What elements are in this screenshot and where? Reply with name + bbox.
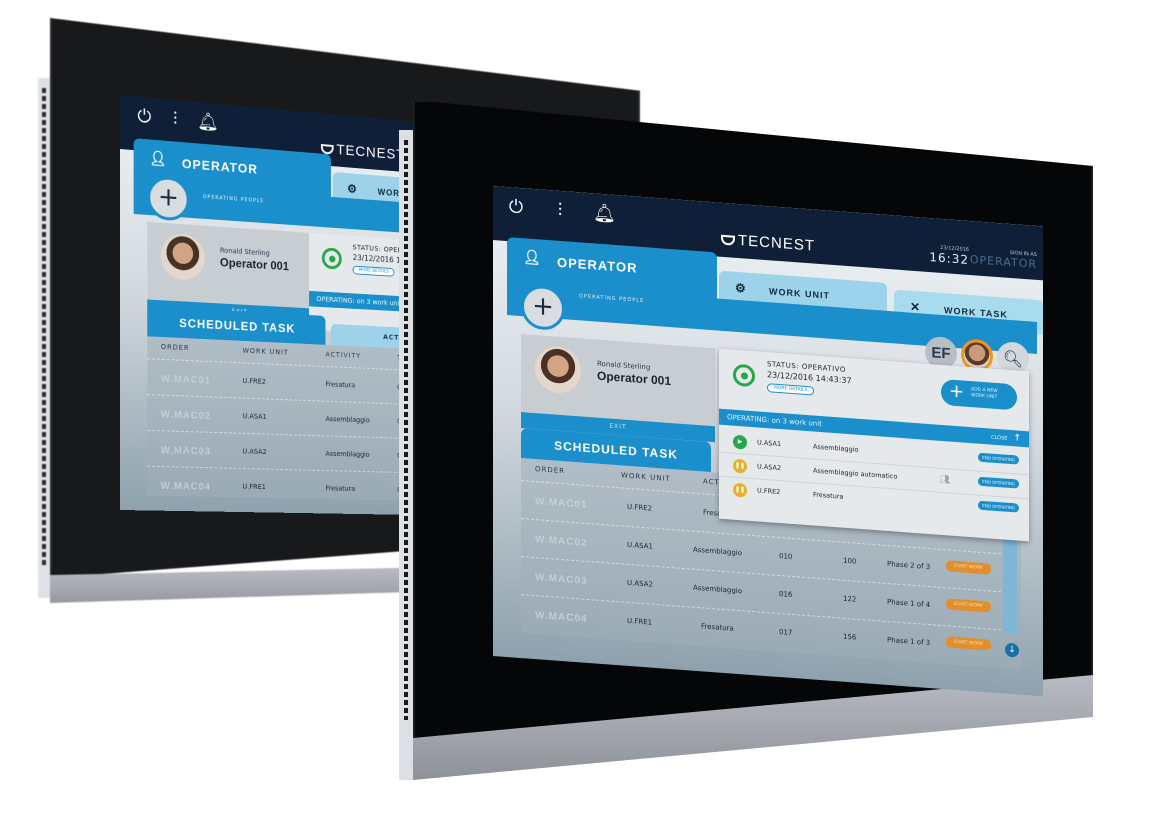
label-line: WORK UNIT — [971, 393, 998, 401]
user-icon: 👤︎ — [523, 248, 542, 266]
work-unit-code: U.ASA2 — [757, 462, 782, 473]
cell-activity: Assemblaggio — [325, 415, 370, 425]
operator-title: Operator 001 — [597, 368, 672, 389]
role-indicator: SIGN IN AS OPERATOR — [970, 247, 1037, 271]
end-operating-button[interactable]: END OPERATING — [978, 476, 1019, 489]
operating-count: on 3 work unit — [771, 416, 822, 429]
more-details-button[interactable]: MORE DETAILS — [767, 383, 815, 396]
play-icon[interactable]: ▶ — [733, 434, 747, 450]
cell-order: W.MAC04 — [535, 610, 588, 625]
user-icon: 👤︎ — [149, 149, 168, 167]
start-work-button[interactable]: START WORK — [945, 636, 991, 651]
operator-title: Operator 001 — [219, 255, 289, 274]
status-play-icon — [321, 247, 342, 270]
cell-activity: Assemblaggio — [693, 583, 742, 596]
start-work-button[interactable]: START WORK — [945, 560, 991, 575]
cell-work-unit: U.FRE2 — [242, 377, 266, 386]
operator-avatar — [535, 345, 581, 395]
operator-card: Ronald Sterling Operator 001 — [147, 221, 330, 310]
work-unit-code: U.FRE2 — [757, 486, 781, 497]
bell-icon[interactable]: 🔔︎ — [197, 111, 219, 134]
logo-text: TECNEST — [737, 231, 816, 255]
cell-task: 010 — [779, 552, 793, 561]
cell-order: W.MAC01 — [535, 496, 588, 511]
end-operating-button[interactable]: END OPERATING — [978, 452, 1019, 465]
plus-icon: + — [949, 380, 965, 403]
more-details-button[interactable]: MORE DETAILS — [352, 265, 395, 277]
cell-qty: 100 — [843, 556, 857, 566]
cell-phase: Phase 2 of 3 — [887, 559, 931, 572]
work-unit-activity: Assemblaggio — [813, 442, 859, 454]
cell-task: 017 — [779, 628, 793, 637]
cell-order: W.MAC03 — [160, 445, 212, 458]
cell-task: 016 — [779, 590, 793, 599]
column-header: ORDER — [535, 465, 566, 476]
close-label: CLOSE — [991, 434, 1008, 442]
add-work-unit-button[interactable]: + ADD A NEW WORK UNIT — [941, 378, 1017, 411]
front-screen: ⏻ ⫶ 🔔︎ TECNEST 23/12/2016 16:32 SIGN IN … — [493, 186, 1043, 697]
sliders-icon[interactable]: ⫶ — [165, 108, 186, 132]
cell-work-unit: U.FRE2 — [627, 502, 653, 513]
pause-icon[interactable]: ❚❚ — [733, 458, 747, 474]
logo: TECNEST — [720, 231, 816, 255]
column-header: WORK UNIT — [242, 346, 289, 357]
cell-activity: Assemblaggio — [693, 545, 742, 558]
close-button[interactable]: CLOSE ↑ — [991, 429, 1021, 448]
operating-label: OPERATING: — [316, 295, 355, 306]
cell-phase: Phase 1 of 3 — [887, 635, 931, 648]
cell-work-unit: U.ASA2 — [627, 578, 653, 589]
column-header: WORK UNIT — [621, 471, 671, 484]
gear-icon: ⚙ — [347, 181, 358, 196]
tab-label: OPERATOR — [557, 254, 638, 276]
cell-work-unit: U.FRE1 — [242, 482, 266, 492]
cell-order: W.MAC03 — [535, 572, 588, 587]
scroll-down-icon[interactable]: ↓ — [1005, 642, 1019, 658]
clock-time: 16:32 — [929, 250, 969, 267]
logo-shield-icon — [720, 234, 735, 246]
cell-phase: Phase 1 of 4 — [887, 597, 931, 610]
status-play-icon — [733, 363, 755, 388]
column-header: ORDER — [160, 342, 190, 353]
cell-qty: 122 — [843, 594, 857, 604]
add-work-unit-label: ADD A NEW WORK UNIT — [971, 387, 998, 401]
cell-work-unit: U.ASA1 — [242, 412, 267, 421]
cell-work-unit: U.ASA1 — [627, 540, 653, 551]
work-unit-activity: Assemblaggio automatico — [813, 466, 898, 481]
tab-label: OPERATOR — [181, 155, 258, 177]
tab-label: WORK UNIT — [769, 286, 830, 301]
cell-qty: 156 — [843, 632, 857, 642]
cell-work-unit: U.FRE1 — [627, 616, 653, 627]
operator-avatar — [160, 232, 205, 281]
cell-activity: Assemblaggio — [325, 449, 370, 459]
operator-card: Ronald Sterling Operator 001 — [521, 334, 715, 427]
sliders-icon[interactable]: ⫶ — [549, 199, 571, 223]
vent-grille — [42, 88, 46, 568]
cell-order: W.MAC02 — [535, 534, 588, 549]
operating-label: OPERATING: — [727, 413, 770, 425]
cell-activity: Fresatura — [325, 484, 356, 493]
work-unit-code: U.ASA1 — [757, 438, 782, 449]
cell-order: W.MAC01 — [160, 373, 212, 387]
pause-icon[interactable]: ❚❚ — [733, 482, 747, 498]
status-panel: STATUS: OPERATIVO 23/12/2016 14:43:37 MO… — [719, 348, 1029, 542]
start-work-button[interactable]: START WORK — [945, 598, 991, 613]
arrow-up-icon: ↑ — [1013, 433, 1021, 444]
end-operating-button[interactable]: END OPERATING — [978, 500, 1019, 513]
cell-order: W.MAC02 — [160, 409, 212, 422]
cell-activity: Fresatura — [325, 380, 356, 390]
power-icon[interactable]: ⏻ — [134, 105, 155, 129]
cell-order: W.MAC04 — [160, 480, 212, 493]
work-unit-activity: Fresatura — [813, 490, 844, 501]
bell-icon[interactable]: 🔔︎ — [593, 202, 616, 226]
cell-activity: Fresatura — [701, 622, 734, 633]
power-icon[interactable]: ⏻ — [505, 196, 527, 220]
clock: 23/12/2016 16:32 — [929, 244, 969, 267]
vent-grille — [404, 140, 408, 720]
gear-icon: ⚙ — [735, 280, 747, 296]
column-header: ACTIVITY — [325, 350, 361, 360]
group-icon: 👥︎ — [939, 474, 951, 486]
cell-work-unit: U.ASA2 — [242, 447, 267, 456]
